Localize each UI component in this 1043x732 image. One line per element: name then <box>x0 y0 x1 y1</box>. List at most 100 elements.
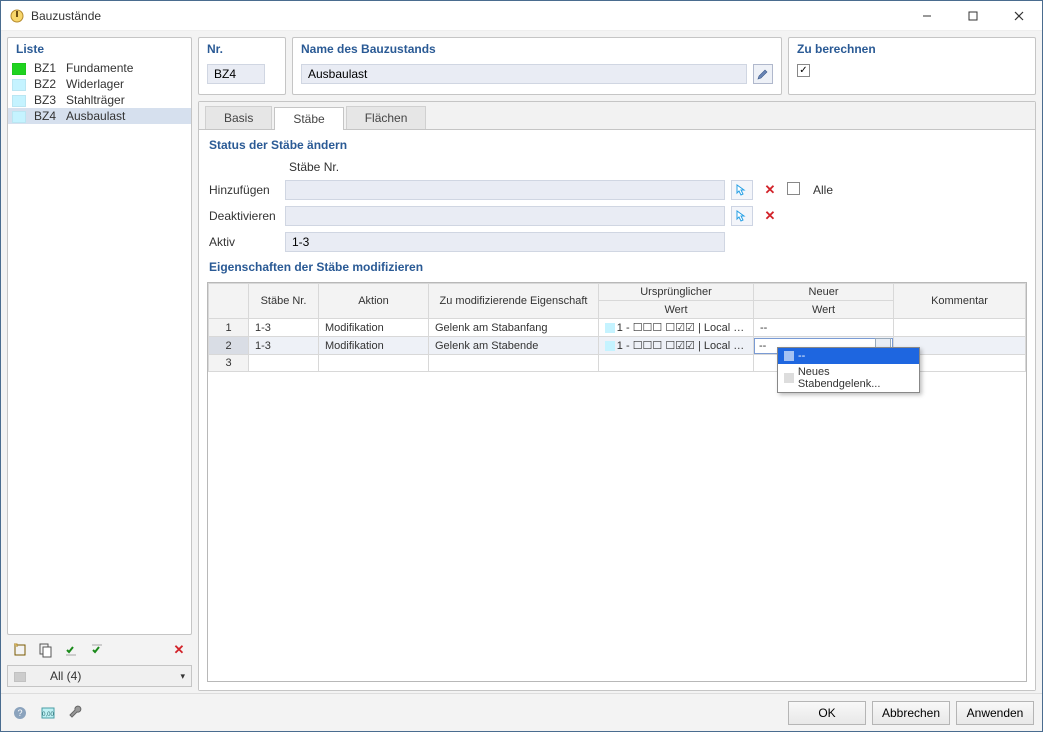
titlebar: Bauzustände <box>1 1 1042 31</box>
filter-label: All (4) <box>38 669 174 683</box>
filter-select[interactable]: All (4) ▾ <box>7 665 192 687</box>
row-number: 2 <box>209 337 249 355</box>
close-button[interactable] <box>996 1 1042 31</box>
col-aktion: Aktion <box>319 284 429 319</box>
all-checkbox[interactable] <box>787 182 800 195</box>
svg-text:?: ? <box>17 708 22 718</box>
status-grid: Stäbe Nr. Hinzufügen ✕ Alle Deaktivieren <box>207 160 1027 252</box>
help-icon: ? <box>12 705 28 721</box>
bauzustand-list[interactable]: BZ1 Fundamente BZ2 Widerlager BZ3 <box>8 60 191 124</box>
close-icon <box>1014 11 1024 21</box>
pick-deact-button[interactable] <box>731 206 753 226</box>
right-panel: Nr. Name des Bauzustands <box>198 37 1036 691</box>
cell-staebe[interactable]: 1-3 <box>249 319 319 337</box>
cell-neu[interactable]: -- <box>754 319 894 337</box>
row-number: 1 <box>209 319 249 337</box>
cursor-pick-icon <box>735 183 749 197</box>
cell-aktion[interactable]: Modifikation <box>319 319 429 337</box>
cell-eigenschaft[interactable]: Gelenk am Stabende <box>429 337 599 355</box>
tab-basis[interactable]: Basis <box>205 106 272 129</box>
color-swatch-icon <box>12 79 26 91</box>
apply-all-button[interactable] <box>61 639 83 661</box>
header-groups: Nr. Name des Bauzustands <box>198 37 1036 95</box>
option-swatch-icon <box>784 373 794 383</box>
decimal-icon: 0,00 <box>40 705 56 721</box>
list-item-nr: BZ3 <box>30 92 62 108</box>
col-staebe: Stäbe Nr. <box>249 284 319 319</box>
cell-orig <box>599 355 754 372</box>
active-label: Aktiv <box>209 235 279 249</box>
color-swatch-icon <box>12 95 26 107</box>
cell-eigenschaft[interactable]: Gelenk am Stabanfang <box>429 319 599 337</box>
cell-kommentar[interactable] <box>894 319 1026 337</box>
cancel-button[interactable]: Abbrechen <box>872 701 950 725</box>
calc-label: Zu berechnen <box>789 38 1035 60</box>
dialog-window: Bauzustände Liste <box>0 0 1043 732</box>
new-icon <box>12 642 28 658</box>
nr-group: Nr. <box>198 37 286 95</box>
minimize-button[interactable] <box>904 1 950 31</box>
check-list-icon <box>64 642 80 658</box>
help-button[interactable]: ? <box>9 702 31 724</box>
color-swatch-icon <box>12 63 26 75</box>
tab-flaechen[interactable]: Flächen <box>346 106 427 129</box>
list-item[interactable]: BZ3 Stahlträger <box>8 92 191 108</box>
list-item[interactable]: BZ1 Fundamente <box>8 60 191 76</box>
left-panel: Liste BZ1 Fundamente BZ2 <box>7 37 192 691</box>
cell-staebe[interactable]: 1-3 <box>249 337 319 355</box>
color-swatch-icon <box>605 341 615 351</box>
option-swatch-icon <box>784 351 794 361</box>
nr-input[interactable] <box>207 64 265 84</box>
cell-eigenschaft[interactable] <box>429 355 599 372</box>
add-label: Hinzufügen <box>209 183 279 197</box>
clear-add-button[interactable]: ✕ <box>759 180 781 200</box>
table-row[interactable]: 1 1-3 Modifikation Gelenk am Stabanfang … <box>209 319 1026 337</box>
list-item-label: Ausbaulast <box>62 108 191 124</box>
color-swatch-icon <box>12 111 26 123</box>
cell-aktion[interactable]: Modifikation <box>319 337 429 355</box>
copy-button[interactable] <box>35 639 57 661</box>
delete-icon: ✕ <box>174 642 185 658</box>
apply-button[interactable]: Anwenden <box>956 701 1034 725</box>
tab-bar: Basis Stäbe Flächen <box>199 102 1035 129</box>
col-kommentar: Kommentar <box>894 284 1026 319</box>
rename-button[interactable] <box>753 64 773 84</box>
add-input[interactable] <box>285 180 725 200</box>
tab-staebe[interactable]: Stäbe <box>274 107 343 130</box>
cell-staebe[interactable] <box>249 355 319 372</box>
pick-add-button[interactable] <box>731 180 753 200</box>
maximize-button[interactable] <box>950 1 996 31</box>
new-button[interactable] <box>9 639 31 661</box>
calc-checkbox[interactable] <box>797 64 810 77</box>
units-button[interactable]: 0,00 <box>37 702 59 724</box>
neu-wert-dropdown[interactable]: -- Neues Stabendgelenk... <box>777 347 920 393</box>
clear-icon: ✕ <box>765 182 776 198</box>
deactivate-input[interactable] <box>285 206 725 226</box>
name-input[interactable] <box>301 64 747 84</box>
window-controls <box>904 1 1042 31</box>
copy-icon <box>38 642 54 658</box>
clear-deact-button[interactable]: ✕ <box>759 206 781 226</box>
list-header: Liste <box>8 38 191 60</box>
wrench-icon <box>68 705 84 721</box>
dropdown-option[interactable]: -- <box>778 348 919 364</box>
settings-button[interactable] <box>65 702 87 724</box>
delete-button[interactable]: ✕ <box>168 639 190 661</box>
list-item[interactable]: BZ2 Widerlager <box>8 76 191 92</box>
app-icon <box>9 8 25 24</box>
uncheck-list-icon <box>90 642 106 658</box>
col-eigenschaft: Zu modifizierende Eigenschaft <box>429 284 599 319</box>
ok-button[interactable]: OK <box>788 701 866 725</box>
list-group: Liste BZ1 Fundamente BZ2 <box>7 37 192 635</box>
dropdown-option[interactable]: Neues Stabendgelenk... <box>778 364 919 392</box>
pencil-icon <box>757 68 769 80</box>
list-item[interactable]: BZ4 Ausbaulast <box>8 108 191 124</box>
uncheck-all-button[interactable] <box>87 639 109 661</box>
cell-aktion[interactable] <box>319 355 429 372</box>
col-orig-top: Ursprünglicher <box>599 284 754 301</box>
list-scroll: BZ1 Fundamente BZ2 Widerlager BZ3 <box>8 60 191 634</box>
list-item-nr: BZ1 <box>30 60 62 76</box>
deactivate-label: Deaktivieren <box>209 209 279 223</box>
cursor-pick-icon <box>735 209 749 223</box>
list-item-nr: BZ4 <box>30 108 62 124</box>
